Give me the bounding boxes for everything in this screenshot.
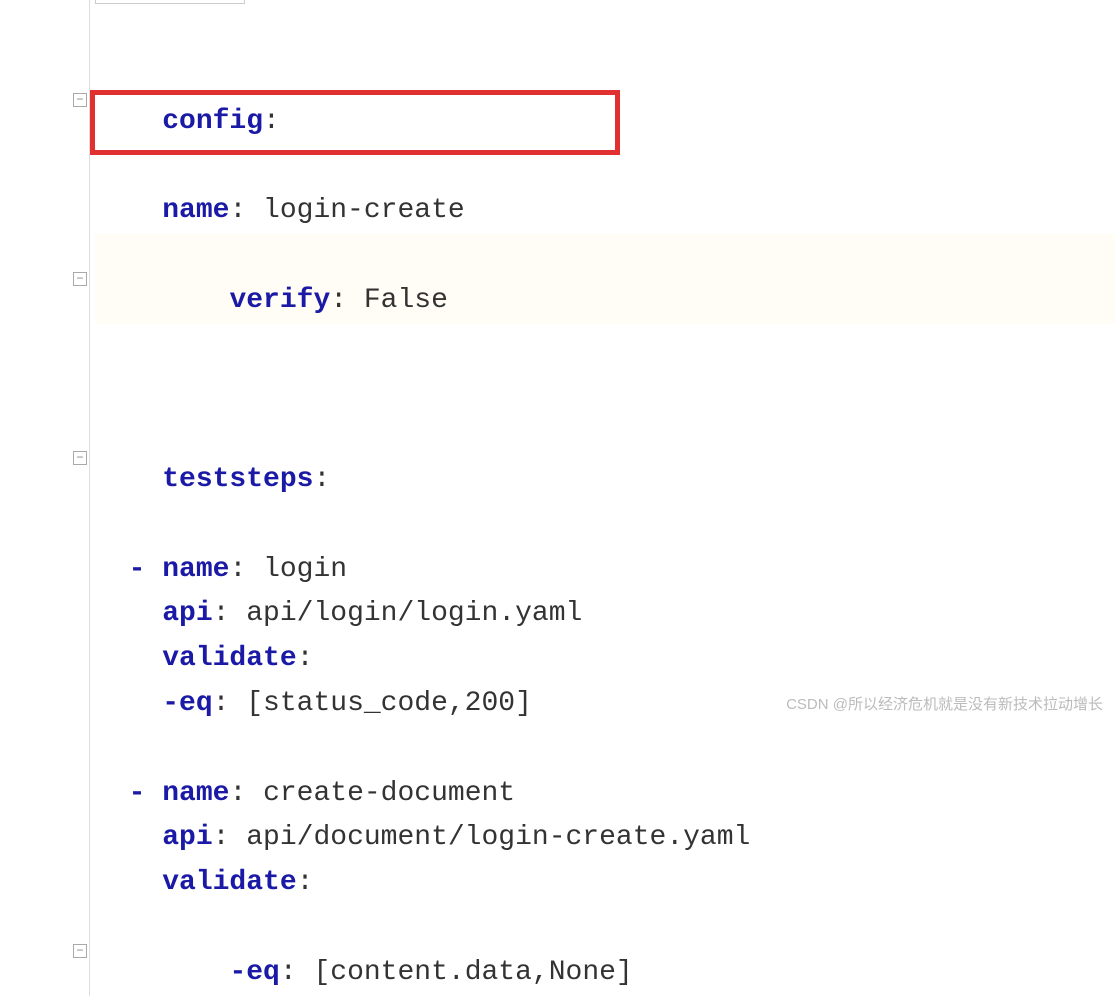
- code-line[interactable]: - name: login: [95, 548, 1115, 593]
- yaml-key: config: [162, 106, 263, 137]
- yaml-value: api/document/login-create.yaml: [246, 822, 750, 853]
- yaml-key: -eq: [162, 688, 212, 719]
- code-line[interactable]: − config:: [95, 10, 1115, 189]
- code-line[interactable]: validate:: [95, 861, 1115, 906]
- yaml-key: name: [162, 195, 229, 226]
- yaml-value: [content.data,None]: [313, 957, 632, 988]
- yaml-value: [status_code,200]: [246, 688, 532, 719]
- yaml-key: api: [162, 822, 212, 853]
- fold-collapse-icon[interactable]: −: [73, 93, 87, 107]
- yaml-list-dash: -: [129, 554, 146, 585]
- yaml-key: validate: [162, 867, 296, 898]
- yaml-key: name: [162, 778, 229, 809]
- code-line[interactable]: api: api/login/login.yaml: [95, 592, 1115, 637]
- code-line[interactable]: − teststeps:: [95, 368, 1115, 547]
- fold-collapse-icon[interactable]: −: [73, 272, 87, 286]
- editor-gutter: [0, 0, 90, 996]
- yaml-value: login-create: [263, 195, 465, 226]
- yaml-value: api/login/login.yaml: [246, 598, 582, 629]
- code-line[interactable]: api: api/document/login-create.yaml: [95, 816, 1115, 861]
- yaml-value: create-document: [263, 778, 515, 809]
- code-editor[interactable]: − config: name: login-create − verify: F…: [0, 0, 1115, 996]
- code-line-blank[interactable]: [95, 727, 1115, 772]
- fold-collapse-icon[interactable]: −: [73, 451, 87, 465]
- yaml-key: teststeps: [162, 464, 313, 495]
- fold-collapse-icon[interactable]: −: [73, 944, 87, 958]
- yaml-key: name: [162, 554, 229, 585]
- yaml-key: verify: [229, 285, 330, 316]
- yaml-key: validate: [162, 643, 296, 674]
- code-line-highlighted[interactable]: − verify: False: [95, 234, 1115, 324]
- yaml-key: api: [162, 598, 212, 629]
- yaml-value: False: [364, 285, 448, 316]
- code-line[interactable]: - name: create-document: [95, 772, 1115, 817]
- code-line[interactable]: validate:: [95, 637, 1115, 682]
- code-line[interactable]: − -eq: [content.data,None]: [95, 906, 1115, 996]
- yaml-list-dash: -: [129, 778, 146, 809]
- csdn-watermark: CSDN @所以经济危机就是没有新技术拉动增长: [786, 693, 1103, 714]
- code-line-blank[interactable]: [95, 324, 1115, 369]
- yaml-value: login: [263, 554, 347, 585]
- yaml-key: -eq: [229, 957, 279, 988]
- folded-region-indicator: [95, 0, 245, 4]
- code-line[interactable]: name: login-create: [95, 189, 1115, 234]
